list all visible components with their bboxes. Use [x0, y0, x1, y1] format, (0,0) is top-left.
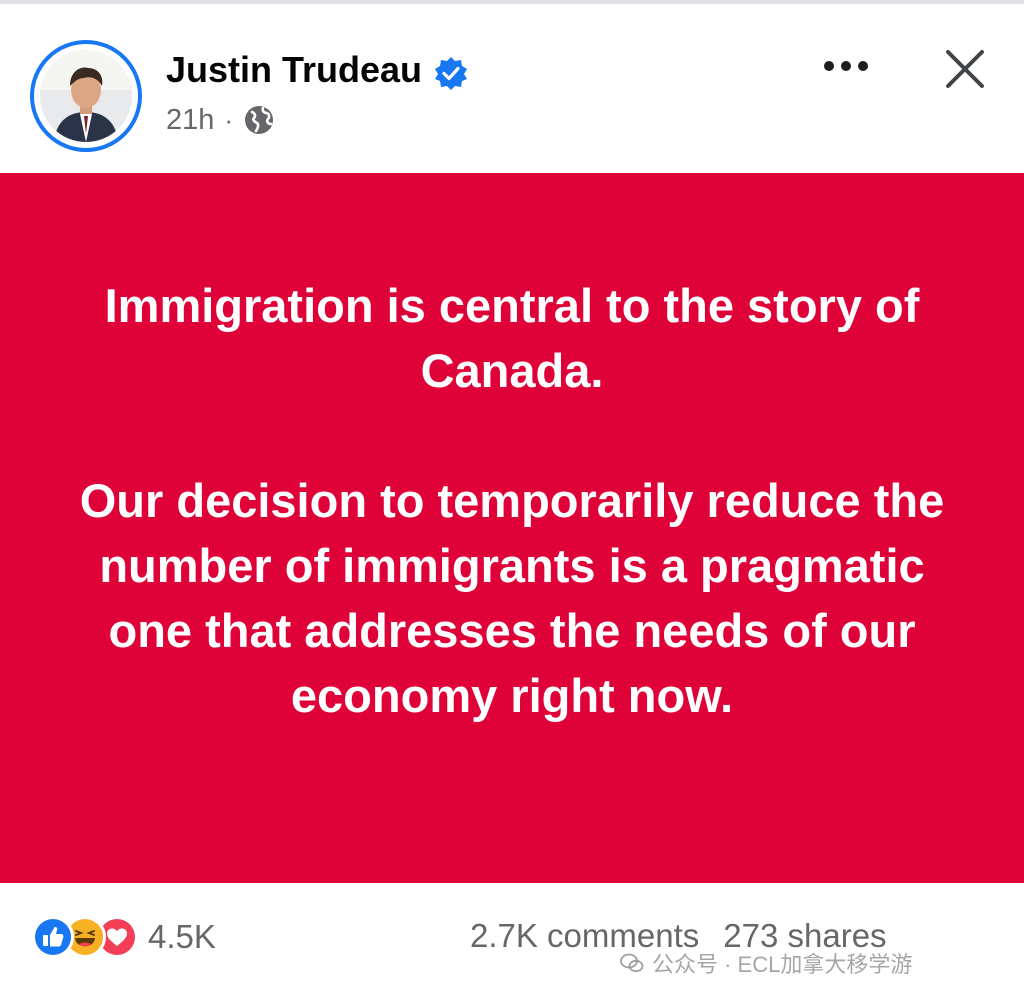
- post-text-card: Immigration is central to the story of C…: [0, 173, 1024, 883]
- more-options-button[interactable]: [818, 46, 874, 86]
- reactions-summary[interactable]: 4.5K: [32, 915, 216, 959]
- post-footer: 4.5K 2.7K comments 273 shares 公众号 · ECL加…: [0, 883, 1024, 990]
- author-name[interactable]: Justin Trudeau: [166, 45, 422, 95]
- top-divider: [0, 0, 1024, 4]
- post-paragraph-1: Immigration is central to the story of C…: [104, 279, 920, 397]
- post-paragraph-2: Our decision to temporarily reduce the n…: [79, 474, 945, 722]
- close-icon: [946, 50, 984, 88]
- watermark-text: 公众号 · ECL加拿大移学游: [652, 952, 913, 977]
- wechat-logo-icon: [620, 953, 644, 973]
- reaction-count: 4.5K: [148, 918, 216, 955]
- facebook-post-view: Justin Trudeau 21h · Immigration is cent…: [0, 0, 1024, 990]
- meta-separator: ·: [224, 104, 234, 135]
- verified-badge-icon: [434, 53, 468, 90]
- globe-icon[interactable]: [243, 104, 275, 136]
- like-icon: [32, 916, 74, 958]
- more-horizontal-icon: [824, 61, 868, 71]
- post-timestamp[interactable]: 21h: [166, 104, 214, 137]
- post-text: Immigration is central to the story of C…: [60, 273, 964, 728]
- close-button[interactable]: [936, 40, 994, 98]
- author-name-row[interactable]: Justin Trudeau: [166, 45, 468, 95]
- post-meta: 21h ·: [166, 100, 275, 140]
- avatar-photo: [40, 50, 132, 142]
- watermark: 公众号 · ECL加拿大移学游: [620, 947, 912, 979]
- avatar[interactable]: [30, 40, 142, 152]
